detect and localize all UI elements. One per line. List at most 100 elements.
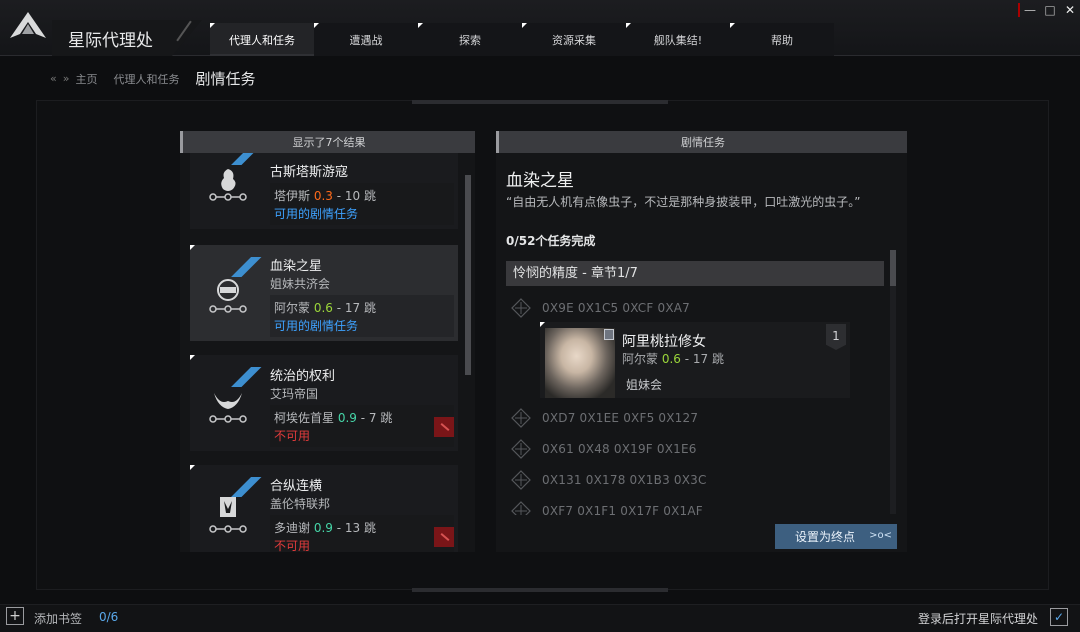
mission-description: “自由无人机有点像虫子，不过是那种身披装甲，口吐激光的虫子。” <box>506 195 861 209</box>
main-tabs: 代理人和任务 遭遇战 探索 资源采集 舰队集结! 帮助 <box>210 23 834 56</box>
mission-title: 血染之星 <box>506 171 574 191</box>
storyline-name: 合纵连横 <box>270 479 323 494</box>
close-button[interactable]: ✕ <box>1060 2 1080 18</box>
maximize-button[interactable]: □ <box>1040 2 1060 18</box>
chapter-header[interactable]: 怜悯的精度 - 章节1/7 <box>506 261 884 286</box>
open-on-login-label: 登录后打开星际代理处 <box>918 612 1039 626</box>
sisters-of-eve-emblem-icon <box>209 279 247 313</box>
status-available: 可用的剧情任务 <box>274 319 359 333</box>
tab-resource-harvesting[interactable]: 资源采集 <box>522 23 626 56</box>
step-diamond-icon <box>511 298 531 318</box>
gallente-emblem-icon <box>209 497 247 533</box>
list-item[interactable]: 古斯塔斯游寇 塔伊斯 0.3 - 10 跳 可用的剧情任务 <box>190 153 458 229</box>
step-code: 0X131 0X178 0X1B3 0X3C <box>542 473 707 487</box>
corner-marker <box>190 465 195 470</box>
results-header: 显示了7个结果 <box>180 131 475 153</box>
window-controls: — □ ✕ <box>1018 2 1080 18</box>
mission-step[interactable]: 0XF7 0X1F1 0X17F 0X1AF <box>506 499 866 515</box>
tab-help[interactable]: 帮助 <box>730 23 834 56</box>
back-arrow-icon[interactable]: « <box>50 72 57 85</box>
step-code: 0XD7 0X1EE 0XF5 0X127 <box>542 411 699 425</box>
storyline-name: 血染之星 <box>270 259 323 274</box>
mission-step[interactable]: 0X9E 0X1C5 0XCF 0XA7 <box>506 296 866 322</box>
storyline-header: 剧情任务 <box>496 131 907 153</box>
location: 多迪谢 0.9 - 13 跳 <box>274 519 376 536</box>
breadcrumb-agents-missions[interactable]: 代理人和任务 <box>113 71 179 87</box>
frame-notch-bottom <box>412 588 668 592</box>
blue-tag <box>230 257 262 277</box>
tab-encounters[interactable]: 遭遇战 <box>314 23 418 56</box>
mission-step[interactable]: 0XD7 0X1EE 0XF5 0X127 <box>506 406 866 432</box>
faction-name: 艾玛帝国 <box>270 387 319 401</box>
mission-step[interactable]: 0X131 0X178 0X1B3 0X3C <box>506 468 866 494</box>
agent-corporation: 姐妹会 <box>626 378 663 392</box>
list-item-selected[interactable]: 血染之星 姐妹共济会 阿尔蒙 0.6 - 17 跳 可用的剧情任务 <box>190 245 458 341</box>
agent-security: 0.6 <box>661 352 681 366</box>
amarr-emblem-icon <box>209 393 247 423</box>
list-scrollbar[interactable] <box>465 175 471 375</box>
location: 塔伊斯 0.3 - 10 跳 <box>274 187 376 204</box>
storyline-list[interactable]: 古斯塔斯游寇 塔伊斯 0.3 - 10 跳 可用的剧情任务 血染之星 姐妹共济会… <box>180 153 475 552</box>
step-diamond-icon <box>511 501 531 515</box>
system-name: 柯埃佐首星 <box>274 411 335 425</box>
status-unavailable: 不可用 <box>274 429 311 443</box>
minimize-button[interactable]: — <box>1020 2 1040 18</box>
corner-marker <box>190 355 195 360</box>
step-code: 0X61 0X48 0X19F 0X1E6 <box>542 442 697 456</box>
breadcrumb-home[interactable]: 主页 <box>75 71 97 87</box>
open-on-login-checkbox[interactable]: ✓ <box>1050 608 1068 626</box>
location: 阿尔蒙 0.6 - 17 跳 <box>274 299 376 316</box>
faction-name: 姐妹共济会 <box>270 277 331 291</box>
unavailable-badge-icon <box>434 527 454 547</box>
step-diamond-icon <box>511 470 531 490</box>
step-code: 0X9E 0X1C5 0XCF 0XA7 <box>542 301 690 315</box>
blue-tag <box>230 477 262 497</box>
storyline-name: 古斯塔斯游寇 <box>270 165 349 180</box>
jumps: - 13 跳 <box>336 521 376 535</box>
security-value: 0.6 <box>313 301 333 315</box>
storyline-name: 统治的权利 <box>270 369 336 384</box>
blue-tag <box>230 367 262 387</box>
agent-level-badge: 1 <box>826 324 846 350</box>
add-bookmark-label[interactable]: 添加书签 <box>34 610 82 627</box>
security-value: 0.9 <box>337 411 357 425</box>
agent-location: 阿尔蒙 0.6 - 17 跳 <box>622 350 724 367</box>
set-destination-button[interactable]: 设置为终点 >o< <box>775 524 897 549</box>
mission-progress: 0/52个任务完成 <box>506 234 596 248</box>
faction-name: 盖伦特联邦 <box>270 497 331 511</box>
list-item[interactable]: 统治的权利 艾玛帝国 柯埃佐首星 0.9 - 7 跳 不可用 <box>190 355 458 451</box>
frame-notch-top <box>412 100 668 104</box>
status-available: 可用的剧情任务 <box>274 207 359 221</box>
page-title: 剧情任务 <box>195 70 256 88</box>
jumps: - 7 跳 <box>360 411 393 425</box>
status-unavailable: 不可用 <box>274 539 311 552</box>
system-name: 阿尔蒙 <box>274 301 311 315</box>
unavailable-badge-icon <box>434 417 454 437</box>
app-title: 星际代理处 <box>68 31 153 51</box>
app-logo-icon <box>10 12 46 38</box>
forward-arrow-icon[interactable]: » <box>63 72 70 85</box>
agent-system: 阿尔蒙 <box>622 352 659 366</box>
detail-scrollbar[interactable] <box>890 250 896 286</box>
corner-marker <box>190 245 195 250</box>
mission-step[interactable]: 0X61 0X48 0X19F 0X1E6 <box>506 437 866 463</box>
detail-scroll-track <box>890 286 896 514</box>
set-destination-label: 设置为终点 <box>795 530 856 544</box>
bookmark-count: 0/6 <box>99 610 119 624</box>
agent-info-icon[interactable] <box>604 329 614 340</box>
add-bookmark-icon[interactable]: + <box>6 607 24 625</box>
location: 柯埃佐首星 0.9 - 7 跳 <box>274 409 392 426</box>
step-diamond-icon <box>511 408 531 428</box>
tab-fleet-up[interactable]: 舰队集结! <box>626 23 730 56</box>
tab-exploration[interactable]: 探索 <box>418 23 522 56</box>
step-code: 0XF7 0X1F1 0X17F 0X1AF <box>542 504 703 515</box>
list-item[interactable]: 合纵连横 盖伦特联邦 多迪谢 0.9 - 13 跳 不可用 <box>190 465 458 552</box>
system-name: 塔伊斯 <box>274 189 311 203</box>
tab-agents-missions[interactable]: 代理人和任务 <box>210 23 314 56</box>
destination-arrows-icon: >o< <box>869 530 892 541</box>
agent-jumps: - 17 跳 <box>684 352 724 366</box>
jumps: - 17 跳 <box>336 301 376 315</box>
breadcrumb: « » 主页 代理人和任务 剧情任务 <box>50 68 271 89</box>
step-diamond-icon <box>511 439 531 459</box>
agent-name: 阿里桃拉修女 <box>622 334 706 350</box>
